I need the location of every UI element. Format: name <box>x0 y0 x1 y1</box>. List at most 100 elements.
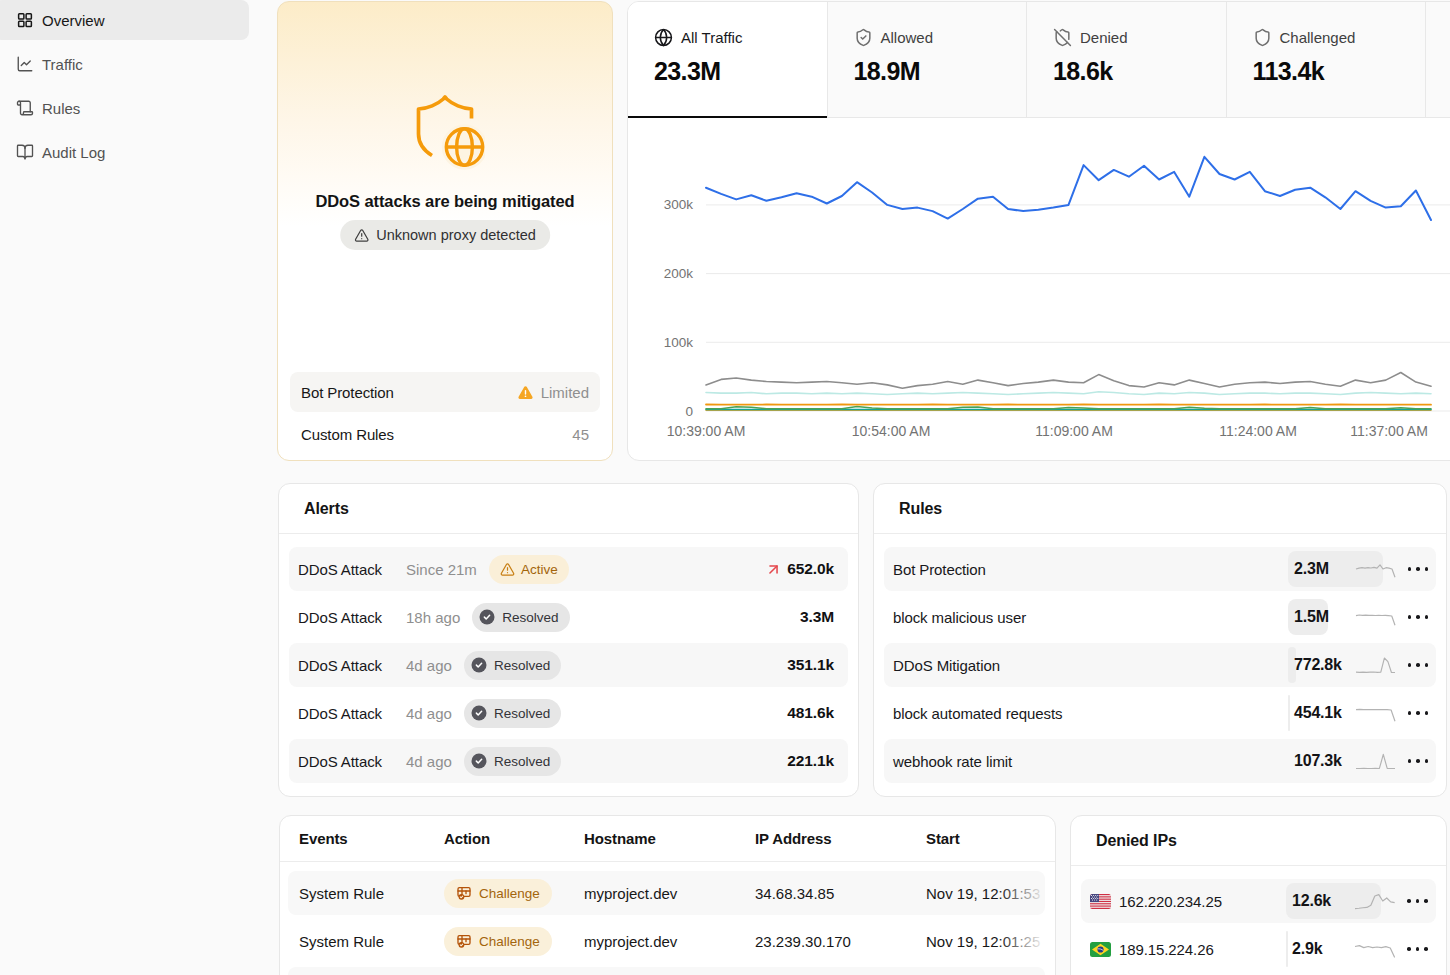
column-header-action: Action <box>444 830 490 847</box>
sidebar-item-traffic[interactable]: Traffic <box>0 44 249 84</box>
bot-protection-row[interactable]: Bot Protection Limited <box>290 372 600 412</box>
check-circle-icon <box>470 704 488 722</box>
rule-value: 772.8k <box>1294 656 1355 674</box>
denied-ip-usage-bar <box>1286 931 1288 967</box>
tab-label: Denied <box>1080 29 1128 46</box>
traffic-chart-svg: 300k200k100k010:39:00 AM10:54:00 AM11:09… <box>628 119 1450 461</box>
warning-triangle-icon <box>500 562 515 577</box>
alert-status-badge: Active <box>489 555 569 584</box>
alert-status-badge: Resolved <box>464 747 561 776</box>
rule-name: block malicious user <box>893 609 1026 626</box>
bot-challenge-icon <box>456 933 472 949</box>
row-menu-button[interactable] <box>1408 567 1429 571</box>
bot-challenge-icon <box>456 885 472 901</box>
allowed-value: 18.9M <box>854 57 1027 86</box>
us-flag-icon <box>1090 894 1111 909</box>
tab-all-traffic[interactable]: All Traffic 23.3M <box>628 2 828 117</box>
shield-check-icon <box>854 28 873 47</box>
row-menu-button[interactable] <box>1408 759 1429 763</box>
tab-challenged[interactable]: Challenged 113.4k <box>1227 2 1427 117</box>
alert-time: 4d ago <box>406 657 452 674</box>
chart-line-icon <box>16 55 34 73</box>
events-table-header: Events Action Hostname IP Address Start <box>280 816 1055 862</box>
tab-allowed[interactable]: Allowed 18.9M <box>828 2 1028 117</box>
rule-name: DDoS Mitigation <box>893 657 1000 674</box>
denied-ip-sparkline <box>1354 890 1396 912</box>
alert-value: 3.3M <box>800 608 834 626</box>
challenge-badge: Challenge <box>444 927 552 956</box>
row-menu-button[interactable] <box>1408 663 1429 667</box>
row-menu-button[interactable] <box>1408 615 1429 619</box>
traffic-overview-card: All Traffic 23.3M Allowed 18.9M Denied 1… <box>627 1 1450 461</box>
mitigation-title: DDoS attacks are being mitigated <box>278 192 612 211</box>
rule-usage-bar <box>1288 695 1290 731</box>
event-hostname: myproject.dev <box>584 933 677 950</box>
rule-value: 454.1k <box>1294 704 1355 722</box>
tab-label: All Traffic <box>681 29 742 46</box>
all-traffic-value: 23.3M <box>654 57 827 86</box>
rule-row[interactable]: block automated requests 454.1k <box>884 691 1436 735</box>
denied-ip-row[interactable]: 189.15.224.26 2.9k <box>1081 927 1436 971</box>
traffic-chart: 300k200k100k010:39:00 AM10:54:00 AM11:09… <box>628 119 1450 460</box>
alert-row[interactable]: DDoS Attack 4d ago Resolved 481.6k <box>289 691 848 735</box>
alert-time: 4d ago <box>406 705 452 722</box>
rule-sparkline <box>1355 654 1396 676</box>
alert-row[interactable]: DDoS Attack Since 21m Active 652.0k <box>289 547 848 591</box>
check-circle-icon <box>470 656 488 674</box>
svg-text:11:24:00 AM: 11:24:00 AM <box>1219 423 1297 439</box>
sidebar-item-audit-log[interactable]: Audit Log <box>0 132 249 172</box>
column-header-events: Events <box>299 830 348 847</box>
event-start: Nov 19, 12:01:25 <box>926 933 1045 950</box>
custom-rules-row[interactable]: Custom Rules 45 <box>290 414 600 454</box>
svg-text:100k: 100k <box>664 335 694 350</box>
bot-protection-value: Limited <box>541 384 589 401</box>
svg-text:300k: 300k <box>664 197 694 212</box>
denied-ip-address: 162.220.234.25 <box>1119 893 1222 910</box>
rule-row[interactable]: block malicious user 1.5M <box>884 595 1436 639</box>
tab-denied[interactable]: Denied 18.6k <box>1027 2 1227 117</box>
alert-row[interactable]: DDoS Attack 4d ago Resolved 221.1k <box>289 739 848 783</box>
event-start: Nov 19, 12:01:53 <box>926 885 1045 902</box>
sidebar-item-overview[interactable]: Overview <box>0 0 249 40</box>
rule-sparkline <box>1355 606 1396 628</box>
denied-ip-value: 2.9k <box>1292 940 1354 958</box>
rule-name: webhook rate limit <box>893 753 1012 770</box>
denied-value: 18.6k <box>1053 57 1226 86</box>
sidebar-item-rules[interactable]: Rules <box>0 88 249 128</box>
alert-row[interactable]: DDoS Attack 18h ago Resolved 3.3M <box>289 595 848 639</box>
rules-title: Rules <box>874 484 1446 534</box>
event-row[interactable]: System Rule Challenge myproject.dev 34.6… <box>288 871 1045 915</box>
rule-row[interactable]: DDoS Mitigation 772.8k <box>884 643 1436 687</box>
alert-row[interactable]: DDoS Attack 4d ago Resolved 351.1k <box>289 643 848 687</box>
svg-text:11:09:00 AM: 11:09:00 AM <box>1035 423 1113 439</box>
rule-row[interactable]: webhook rate limit 107.3k <box>884 739 1436 783</box>
warning-filled-icon <box>517 384 534 401</box>
proxy-warning-label: Unknown proxy detected <box>376 227 536 243</box>
svg-text:200k: 200k <box>664 266 694 281</box>
event-type: System Rule <box>299 933 384 950</box>
column-header-hostname: Hostname <box>584 830 656 847</box>
alert-status-badge: Resolved <box>464 699 561 728</box>
proxy-warning-badge: Unknown proxy detected <box>340 220 550 250</box>
alerts-title: Alerts <box>279 484 858 534</box>
denied-ip-sparkline <box>1354 938 1396 960</box>
event-ip: 23.239.30.170 <box>755 933 851 950</box>
denied-ip-row[interactable]: 162.220.234.25 12.6k <box>1081 879 1436 923</box>
event-row[interactable]: System Rule Challenge myproject.dev 23.2… <box>288 919 1045 963</box>
tab-partial <box>1426 2 1450 117</box>
scroll-icon <box>16 99 34 117</box>
alert-value: 221.1k <box>787 752 834 770</box>
rule-sparkline <box>1355 750 1396 772</box>
row-menu-button[interactable] <box>1407 947 1428 951</box>
alert-name: DDoS Attack <box>298 753 406 770</box>
sidebar-item-label: Rules <box>42 100 80 117</box>
alert-name: DDoS Attack <box>298 561 406 578</box>
rules-card: Rules Bot Protection 2.3M block maliciou… <box>873 483 1447 797</box>
row-menu-button[interactable] <box>1407 899 1428 903</box>
rule-row[interactable]: Bot Protection 2.3M <box>884 547 1436 591</box>
svg-text:11:37:00 AM: 11:37:00 AM <box>1350 423 1428 439</box>
mitigation-status-card: DDoS attacks are being mitigated Unknown… <box>277 1 613 461</box>
alert-name: DDoS Attack <box>298 609 406 626</box>
row-menu-button[interactable] <box>1408 711 1429 715</box>
alert-status-badge: Resolved <box>472 603 569 632</box>
